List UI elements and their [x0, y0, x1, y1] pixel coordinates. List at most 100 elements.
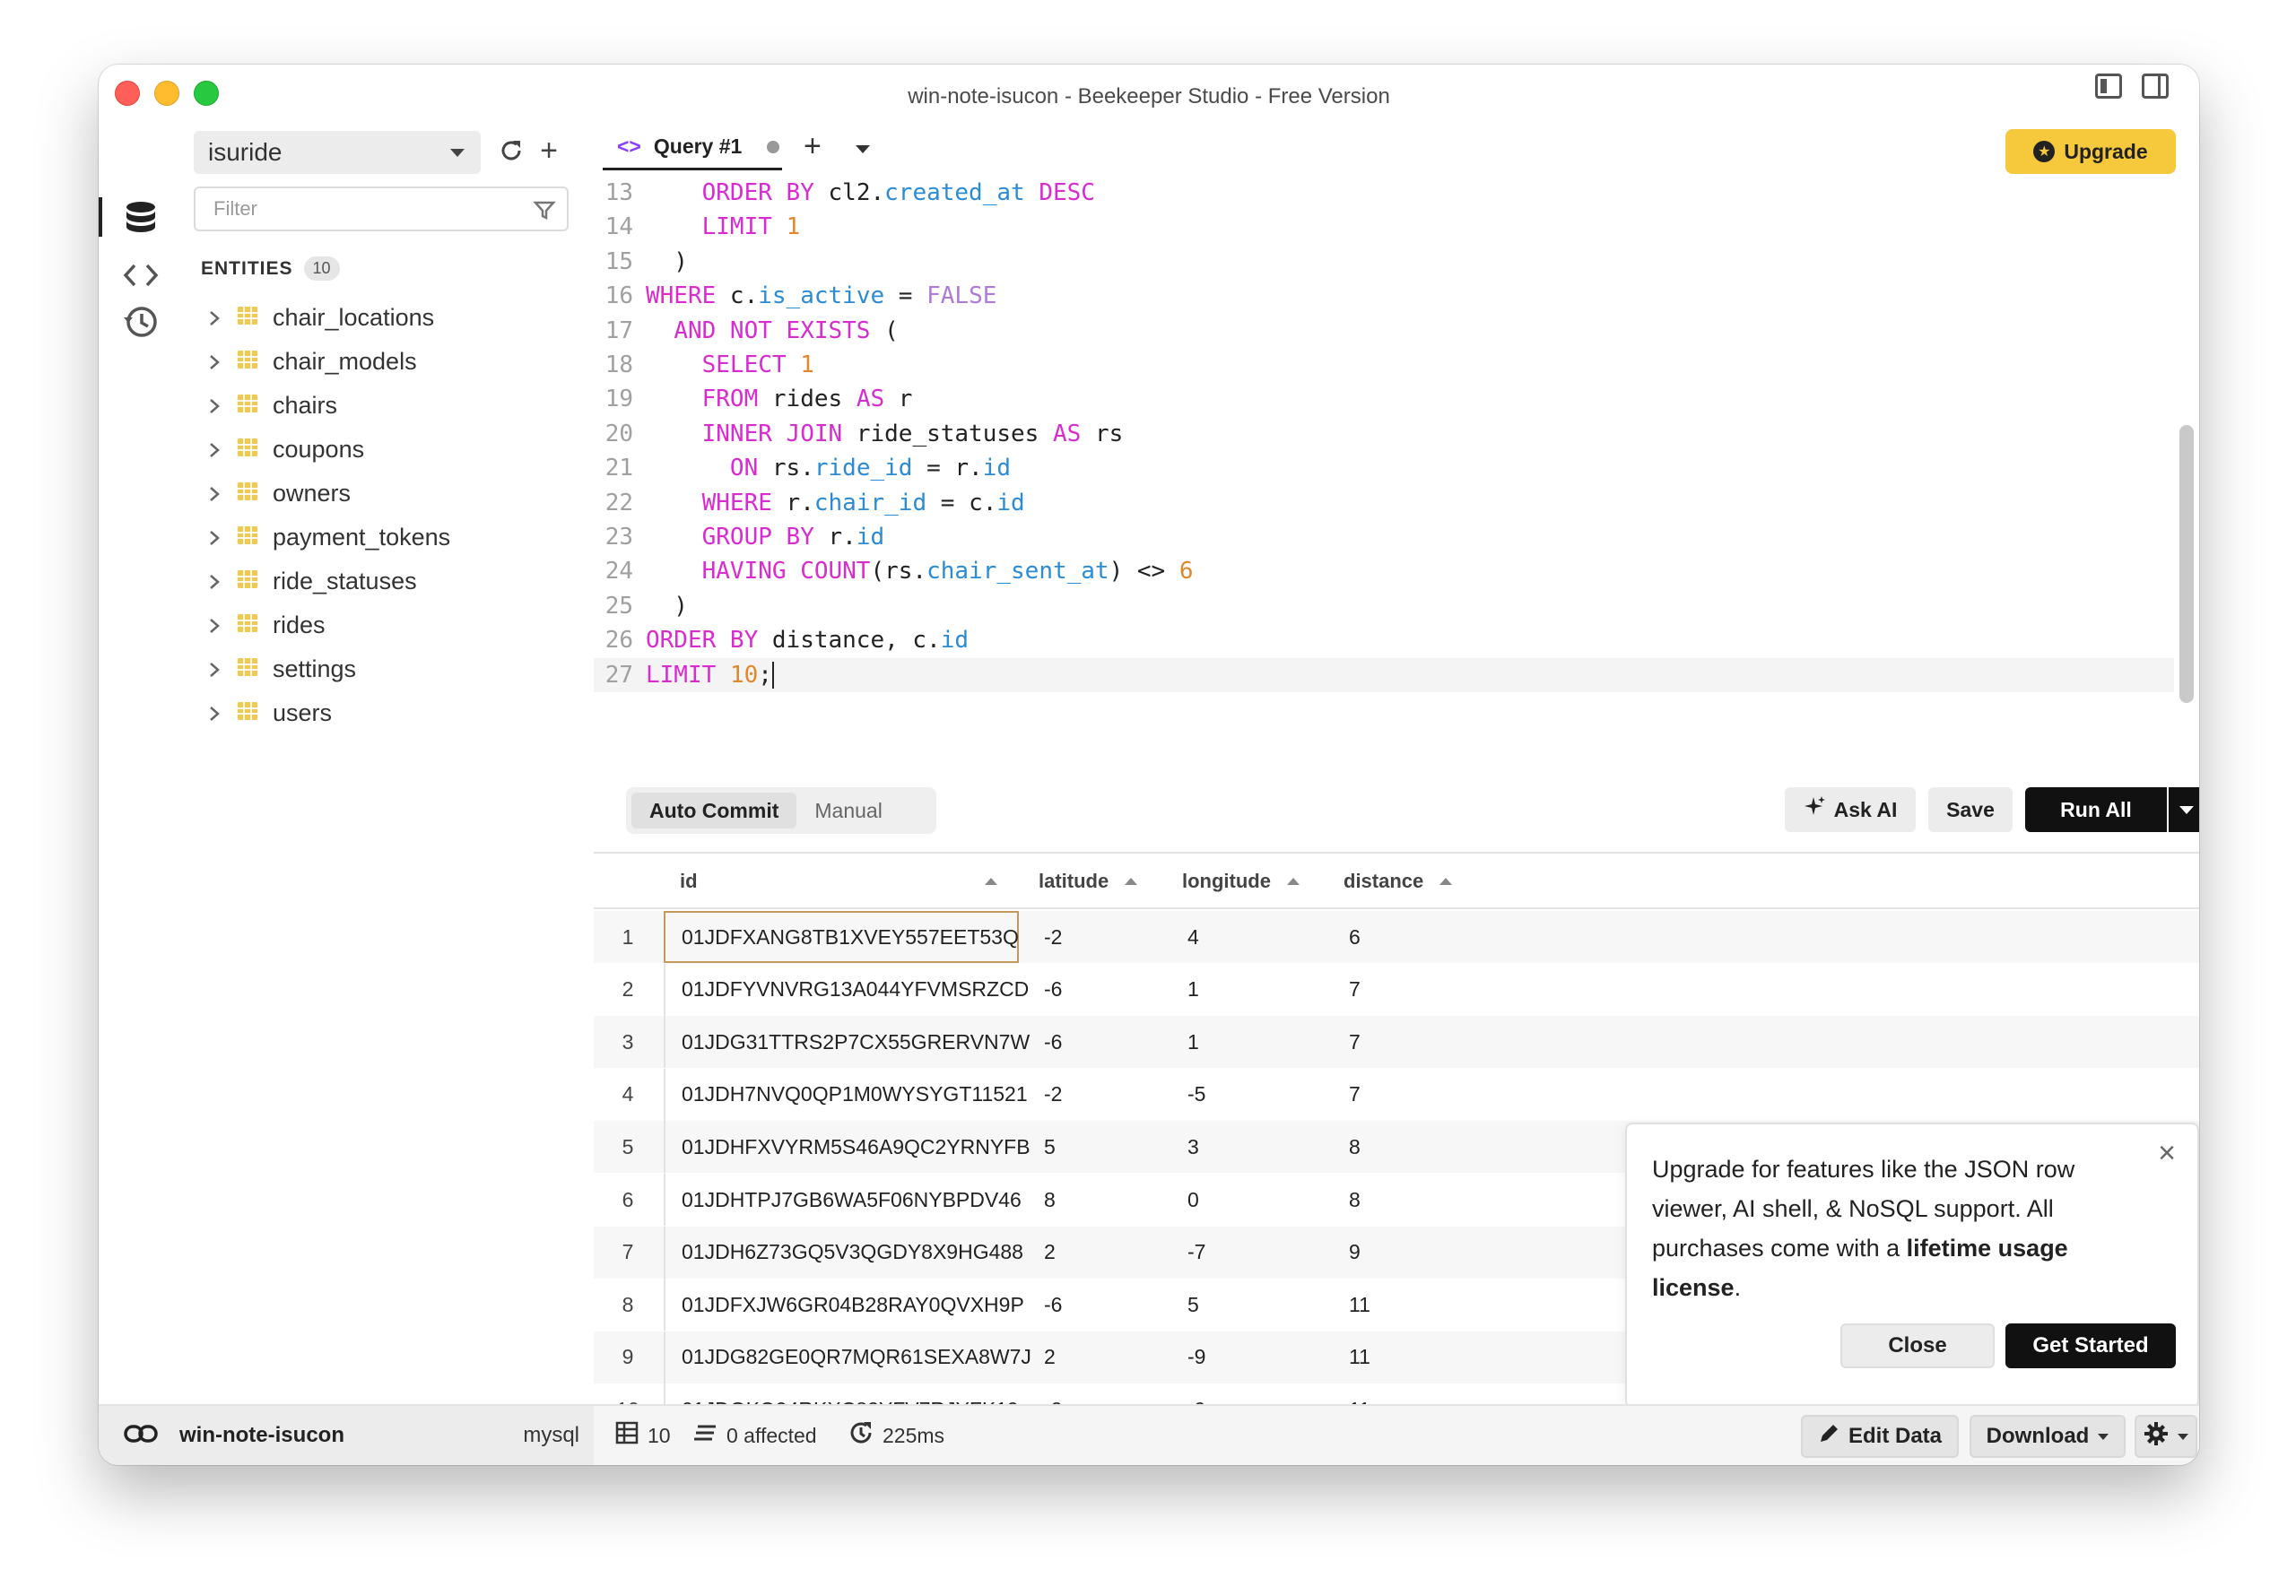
code-line[interactable]: 24 HAVING COUNT (rs. chair_sent_at) <> 6 — [594, 554, 2174, 588]
cell-longitude[interactable]: 3 — [1187, 1121, 1199, 1173]
cell-longitude[interactable]: -5 — [1187, 1069, 1205, 1121]
code-line[interactable]: 17 AND NOT EXISTS ( — [594, 314, 2174, 348]
code-line[interactable]: 19 FROM rides AS r — [594, 382, 2174, 416]
cell-id[interactable]: 01JDHTPJ7GB6WA5F06NYBPDV46 — [664, 1174, 1022, 1226]
cell-id[interactable]: 01JDG31TTRS2P7CX55GRERVN7W — [664, 1016, 1030, 1069]
status-connection[interactable]: win-note-isucon mysql — [99, 1406, 594, 1465]
column-header-longitude[interactable]: longitude — [1182, 854, 1300, 909]
cell-id[interactable]: 01JDFYVNVRG13A044YFVMSRZCD — [664, 963, 1029, 1016]
cell-distance[interactable]: 8 — [1349, 1174, 1361, 1226]
table-row[interactable]: 3 01JDG31TTRS2P7CX55GRERVN7W -6 1 7 — [594, 1016, 2199, 1069]
code-line[interactable]: 23 GROUP BY r. id — [594, 520, 2174, 554]
upgrade-button[interactable]: ★ Upgrade — [2005, 129, 2176, 174]
cell-distance[interactable]: 7 — [1349, 1069, 1361, 1121]
chevron-right-icon[interactable] — [201, 397, 228, 415]
database-icon[interactable] — [118, 195, 163, 240]
code-line[interactable]: 14 LIMIT 1 — [594, 210, 2174, 244]
cell-distance[interactable]: 7 — [1349, 1016, 1361, 1068]
cell-distance[interactable]: 6 — [1349, 911, 1361, 963]
minimize-window-button[interactable] — [154, 81, 179, 106]
code-brackets-icon[interactable] — [118, 253, 163, 298]
table-row[interactable]: 2 01JDFYVNVRG13A044YFVMSRZCD -6 1 7 — [594, 963, 2199, 1016]
cell-distance[interactable]: 7 — [1349, 964, 1361, 1016]
code-line[interactable]: 16 WHERE c. is_active = FALSE — [594, 279, 2174, 313]
code-line[interactable]: 25 ) — [594, 589, 2174, 623]
get-started-button[interactable]: Get Started — [2005, 1323, 2176, 1368]
tab-query-1[interactable]: <> Query #1 — [603, 126, 782, 170]
chevron-right-icon[interactable] — [201, 353, 228, 371]
cell-longitude[interactable]: 0 — [1187, 1174, 1199, 1226]
cell-longitude[interactable]: 1 — [1187, 964, 1199, 1016]
cell-longitude[interactable]: 1 — [1187, 1016, 1199, 1068]
code-line[interactable]: 20 INNER JOIN ride_statuses AS rs — [594, 417, 2174, 451]
close-icon[interactable]: × — [2152, 1138, 2181, 1169]
sql-editor[interactable]: 13 ORDER BY cl2. created_at DESC 14 LIMIT … — [594, 176, 2174, 769]
cell-id[interactable]: 01JDH6Z73GQ5V3QGDY8X9HG488 — [664, 1226, 1023, 1279]
code-line[interactable]: 18 SELECT 1 — [594, 348, 2174, 382]
new-tab-button[interactable]: + — [804, 129, 822, 164]
sort-asc-icon[interactable] — [1286, 878, 1300, 885]
zoom-window-button[interactable] — [194, 81, 219, 106]
cell-latitude[interactable]: -2 — [1044, 1069, 1062, 1121]
table-row[interactable]: 1 01JDFXANG8TB1XVEY557EET53Q -2 4 6 — [594, 911, 2199, 963]
chevron-right-icon[interactable] — [201, 485, 228, 503]
table-row[interactable]: 4 01JDH7NVQ0QP1M0WYSYGT11521 -2 -5 7 — [594, 1068, 2199, 1121]
chevron-right-icon[interactable] — [201, 529, 228, 547]
cell-latitude[interactable]: -6 — [1044, 964, 1062, 1016]
code-line[interactable]: 13 ORDER BY cl2. created_at DESC — [594, 176, 2174, 210]
cell-latitude[interactable]: 2 — [1044, 1331, 1056, 1383]
cell-id[interactable]: 01JDH7NVQ0QP1M0WYSYGT11521 — [664, 1068, 1028, 1121]
cell-id[interactable]: 01JDFXANG8TB1XVEY557EET53Q — [664, 911, 1019, 963]
cell-distance[interactable]: 11 — [1349, 1331, 1370, 1383]
code-line[interactable]: 27 LIMIT 10; — [594, 657, 2174, 692]
editor-scrollbar[interactable] — [2179, 425, 2194, 703]
column-header-distance[interactable]: distance — [1344, 854, 1453, 909]
code-line[interactable]: 22 WHERE r. chair_id = c. id — [594, 486, 2174, 520]
sort-asc-icon[interactable] — [985, 878, 997, 885]
cell-longitude[interactable]: 4 — [1187, 911, 1199, 963]
tab-menu-chevron-icon[interactable] — [856, 145, 870, 153]
add-icon[interactable]: + — [531, 133, 567, 169]
refresh-icon[interactable] — [493, 133, 529, 169]
column-header-latitude[interactable]: latitude — [1039, 854, 1138, 909]
chevron-right-icon[interactable] — [201, 309, 228, 327]
cell-longitude[interactable]: -9 — [1187, 1331, 1205, 1383]
settings-button[interactable] — [2135, 1415, 2197, 1458]
connection-select[interactable]: isuride — [194, 131, 481, 174]
auto-commit-option[interactable]: Auto Commit — [631, 793, 797, 828]
cell-distance[interactable]: 9 — [1349, 1227, 1361, 1279]
download-button[interactable]: Download — [1970, 1415, 2126, 1458]
chevron-right-icon[interactable] — [201, 573, 228, 591]
cell-latitude[interactable]: -2 — [1044, 911, 1062, 963]
filter-icon[interactable] — [533, 199, 556, 228]
code-line[interactable]: 21 ON rs. ride_id = r. id — [594, 451, 2174, 485]
filter-input[interactable]: Filter — [194, 186, 569, 231]
cell-distance[interactable]: 11 — [1349, 1279, 1370, 1331]
code-line[interactable]: 26 ORDER BY distance, c. id — [594, 623, 2174, 657]
cell-latitude[interactable]: -6 — [1044, 1016, 1062, 1068]
history-icon[interactable] — [118, 299, 163, 344]
chevron-right-icon[interactable] — [201, 661, 228, 679]
cell-longitude[interactable]: -7 — [1187, 1227, 1205, 1279]
close-window-button[interactable] — [115, 81, 140, 106]
cell-id[interactable]: 01JDG82GE0QR7MQR61SEXA8W7J — [664, 1331, 1031, 1383]
column-header-id[interactable]: id — [680, 854, 1021, 909]
chevron-right-icon[interactable] — [201, 617, 228, 635]
cell-longitude[interactable]: 5 — [1187, 1279, 1199, 1331]
cell-latitude[interactable]: 2 — [1044, 1227, 1056, 1279]
chevron-right-icon[interactable] — [201, 705, 228, 723]
sort-asc-icon[interactable] — [1439, 878, 1453, 885]
cell-id[interactable]: 01JDFXJW6GR04B28RAY0QVXH9P — [664, 1279, 1024, 1331]
save-button[interactable]: Save — [1928, 787, 2013, 832]
manual-commit-option[interactable]: Manual — [796, 793, 900, 828]
sort-asc-icon[interactable] — [1125, 878, 1138, 885]
toggle-sidebar-icon[interactable] — [2095, 74, 2122, 99]
cell-id[interactable]: 01JDHFXVYRM5S46A9QC2YRNYFB — [664, 1121, 1031, 1174]
ask-ai-button[interactable]: Ask AI — [1785, 787, 1916, 832]
run-all-button[interactable]: Run All — [2025, 787, 2167, 832]
edit-data-button[interactable]: Edit Data — [1801, 1415, 1959, 1458]
cell-distance[interactable]: 8 — [1349, 1121, 1361, 1173]
code-line[interactable]: 15 ) — [594, 245, 2174, 279]
run-options-chevron-icon[interactable] — [2169, 787, 2199, 832]
cell-latitude[interactable]: 8 — [1044, 1174, 1056, 1226]
